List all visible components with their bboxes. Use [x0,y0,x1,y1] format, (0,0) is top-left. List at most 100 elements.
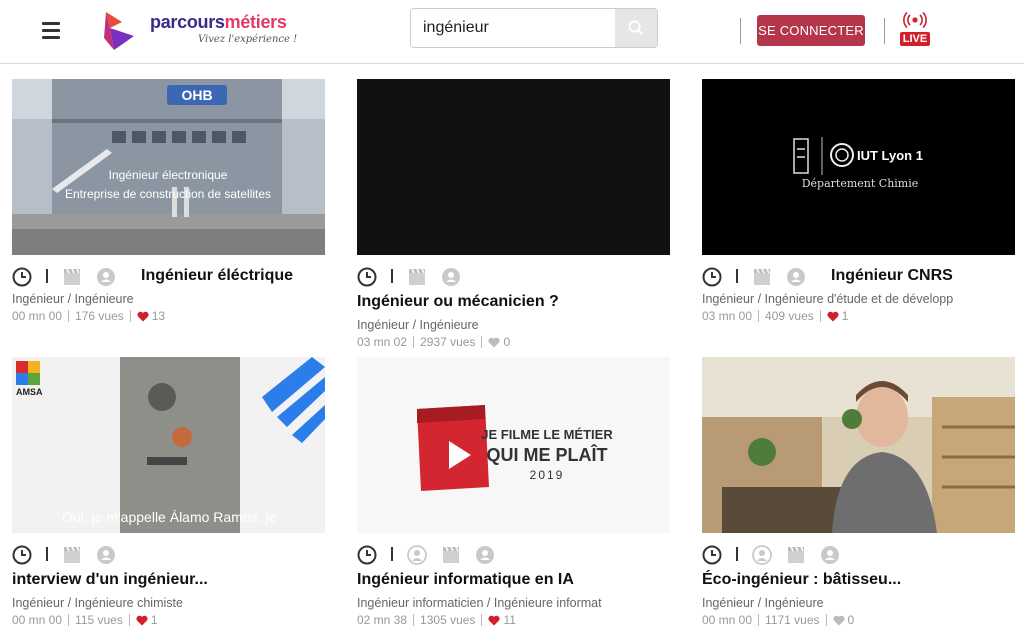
thumbnail-caption: JE FILME LE MÉTIER [481,427,613,442]
video-thumbnail[interactable]: IUT Lyon 1 Département Chimie [702,79,1015,255]
heart-icon[interactable] [488,615,500,626]
logo-mark-icon [104,12,134,50]
heart-icon[interactable] [832,615,845,626]
svg-text:OHB: OHB [181,87,212,103]
video-views: 409 vues [765,309,814,323]
video-views: 1171 vues [765,613,820,627]
video-title[interactable]: Ingénieur ou mécanicien ? [357,293,559,311]
video-views: 115 vues [75,613,123,627]
video-category: Ingénieur / Ingénieure chimiste [12,596,183,610]
logo-tagline: Vivez l'expérience ! [198,34,298,45]
clapperboard-icon [64,546,80,563]
video-likes: 11 [503,613,516,627]
heart-icon[interactable] [827,311,839,322]
badge-icon [476,546,494,564]
heart-icon[interactable] [488,337,500,348]
video-duration: 00 mn 00 [12,309,63,323]
video-thumbnail[interactable]: OHB Ingénieur électronique Entreprise de… [12,79,325,255]
broadcast-icon [903,12,927,29]
badge-icon [97,268,115,286]
video-thumbnail[interactable] [357,79,670,255]
menu-icon[interactable] [42,22,60,40]
card-icons [357,267,670,289]
video-likes: 1 [841,309,849,323]
divider [884,18,885,44]
thumbnail-image [702,357,1015,533]
video-category: Ingénieur / Ingénieure [357,318,479,332]
video-thumbnail[interactable]: AMSA Oui, je m'appelle Álamo Ramos, je [12,357,325,533]
badge-icon [821,546,839,564]
card-icons [702,545,1015,567]
video-stats: 02 mn 38 1305 vues 11 [357,613,516,627]
thumbnail-caption: 2019 [530,468,565,482]
video-duration: 03 mn 02 [357,335,408,349]
thumbnail-caption: QUI ME PLAÎT [487,444,608,465]
clapperboard-icon [409,268,425,285]
search-input[interactable] [411,9,617,47]
badge-icon [442,268,460,286]
thumbnail-caption: Entreprise de construction de satellites [65,187,271,201]
logo-text: parcoursmétiers [150,12,287,32]
video-stats: 00 mn 00 115 vues 1 [12,613,158,627]
badge-icon [787,268,805,286]
clock-icon [357,267,377,287]
heart-icon[interactable] [137,311,149,322]
badge-icon [97,546,115,564]
live-button[interactable]: LIVE [899,12,931,48]
search-icon [628,20,644,36]
video-likes: 1 [150,613,158,627]
card-icons [12,545,325,567]
clock-icon [357,545,377,565]
video-duration: 03 mn 00 [702,309,753,323]
video-views: 2937 vues [420,335,476,349]
video-category: Ingénieur informaticien / Ingénieure inf… [357,596,602,610]
video-thumbnail[interactable] [702,357,1015,533]
thumbnail-caption: Oui, je m'appelle Álamo Ramos, je [62,509,277,525]
thumbnail-caption: Département Chimie [802,177,919,190]
divider [740,18,741,44]
video-title[interactable]: Éco-ingénieur : bâtisseu... [702,571,901,589]
card-icons [357,545,670,567]
video-title[interactable]: interview d'un ingénieur... [12,571,208,589]
thumbnail-image: AMSA Oui, je m'appelle Álamo Ramos, je [12,357,325,533]
video-card[interactable]: Éco-ingénieur : bâtisseu... Ingénieur / … [702,357,1015,637]
login-button[interactable]: SE CONNECTER [757,15,865,46]
video-stats: 00 mn 00 176 vues 13 [12,309,165,323]
video-likes: 0 [503,335,511,349]
clapperboard-icon [443,546,459,563]
video-likes: 13 [151,309,166,323]
video-stats: 00 mn 00 1171 vues 0 [702,613,854,627]
heart-icon[interactable] [136,615,148,626]
clapperboard-icon [788,546,804,563]
video-thumbnail[interactable]: JE FILME LE MÉTIER QUI ME PLAÎT 2019 [357,357,670,533]
person-icon [407,545,427,565]
clock-icon [12,545,32,565]
video-card[interactable]: IUT Lyon 1 Département Chimie Ingénieur … [702,79,1015,329]
search-button[interactable] [615,9,657,47]
logo[interactable]: parcoursmétiers Vivez l'expérience ! [100,6,300,52]
clapperboard-icon [64,268,80,285]
video-stats: 03 mn 02 2937 vues 0 [357,335,510,349]
video-category: Ingénieur / Ingénieure [702,596,824,610]
thumbnail-caption: IUT Lyon 1 [857,148,923,163]
thumbnail-image: IUT Lyon 1 Département Chimie [702,79,1015,255]
top-bar: parcoursmétiers Vivez l'expérience ! SE … [0,0,1024,64]
thumbnail-image: OHB Ingénieur électronique Entreprise de… [12,79,325,255]
video-views: 1305 vues [420,613,476,627]
video-category: Ingénieur / Ingénieure [12,292,134,306]
video-title[interactable]: Ingénieur éléctrique [141,267,293,285]
video-title[interactable]: Ingénieur informatique en IA [357,571,574,589]
thumbnail-image: JE FILME LE MÉTIER QUI ME PLAÎT 2019 [357,357,670,533]
clapperboard-icon [754,268,770,285]
video-card[interactable]: OHB Ingénieur électronique Entreprise de… [12,79,325,329]
video-title[interactable]: Ingénieur CNRS [831,267,953,285]
video-card[interactable]: Ingénieur ou mécanicien ? Ingénieur / In… [357,79,670,349]
clock-icon [12,267,32,287]
video-card[interactable]: AMSA Oui, je m'appelle Álamo Ramos, je i… [12,357,325,637]
video-views: 176 vues [75,309,124,323]
thumbnail-corner-label: AMSA [16,387,43,397]
video-card[interactable]: JE FILME LE MÉTIER QUI ME PLAÎT 2019 Ing… [357,357,670,637]
person-icon [752,545,772,565]
clock-icon [702,267,722,287]
thumbnail-caption: Ingénieur électronique [109,168,228,182]
